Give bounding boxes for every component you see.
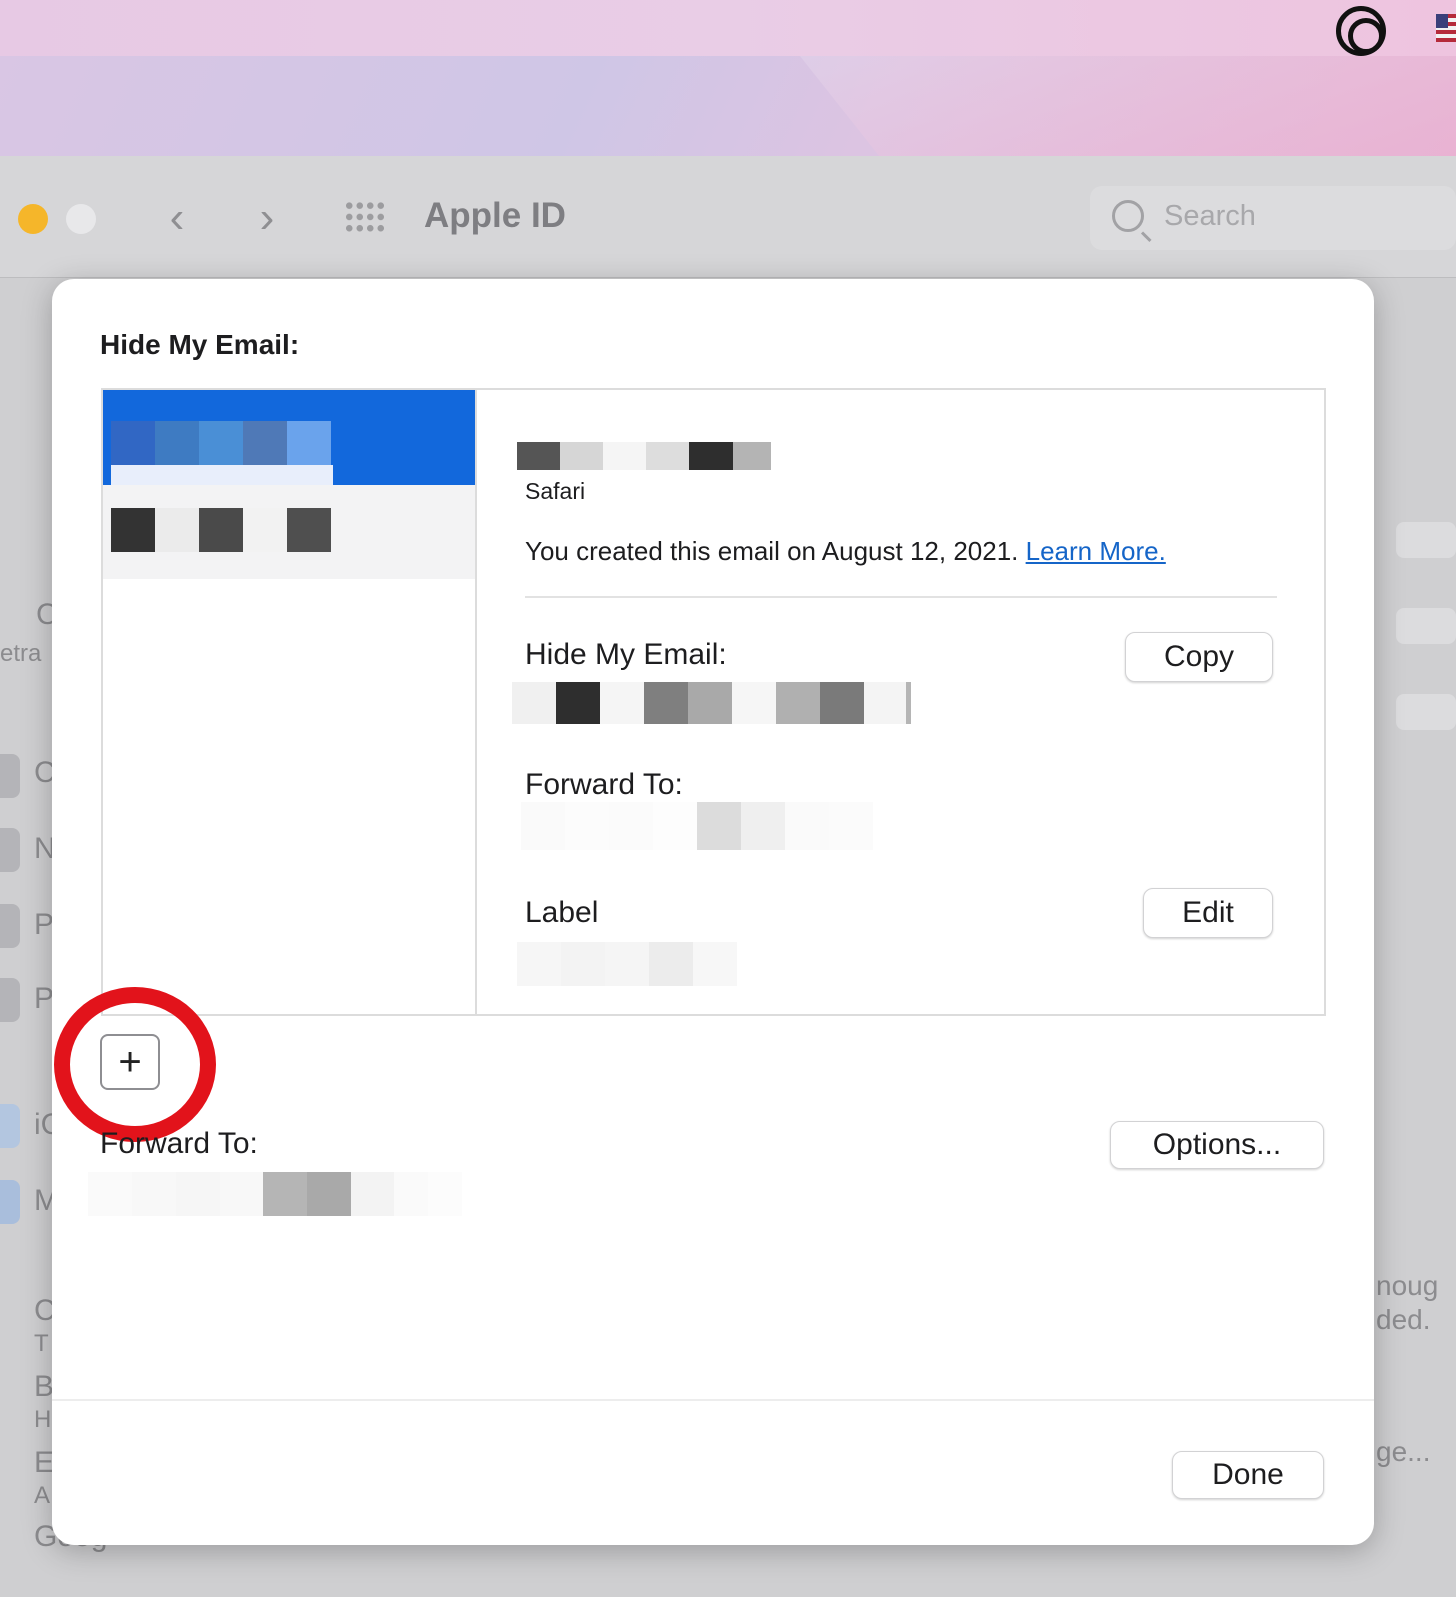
- bg-fragment: ded.: [1376, 1304, 1431, 1335]
- bg-sidebar-icon: [0, 828, 20, 872]
- zoom-button[interactable]: [66, 204, 96, 234]
- search-field[interactable]: Search: [1090, 186, 1456, 250]
- forward-to-label: Forward To:: [100, 1127, 258, 1160]
- bg-fragment: H: [34, 1406, 52, 1433]
- grid-icon[interactable]: [344, 200, 386, 234]
- label-label: Label: [525, 896, 599, 929]
- minimize-button[interactable]: [18, 204, 48, 234]
- redacted-label-value: [517, 942, 737, 986]
- chevron-left-icon[interactable]: ‹: [162, 196, 192, 240]
- chevron-right-icon[interactable]: ›: [252, 196, 282, 240]
- done-button[interactable]: Done: [1172, 1451, 1324, 1499]
- bg-sidebar-icon: [0, 904, 20, 948]
- app-name: Safari: [525, 478, 586, 504]
- created-text: You created this email on August 12, 202…: [525, 536, 1019, 566]
- edit-button[interactable]: Edit: [1143, 888, 1273, 938]
- forward-to-label: Forward To:: [525, 768, 683, 801]
- bg-sidebar-icon: [0, 978, 20, 1022]
- bg-fragment: noug: [1376, 1270, 1439, 1301]
- bg-fragment: T: [34, 1330, 49, 1357]
- bg-button: [1396, 608, 1456, 644]
- bg-fragment: E: [34, 1446, 55, 1479]
- address-detail: Safari You created this email on August …: [475, 388, 1326, 1016]
- bg-fragment: A: [34, 1482, 51, 1509]
- bg-fragment: P: [34, 908, 55, 941]
- divider: [525, 596, 1277, 598]
- options-button[interactable]: Options...: [1110, 1121, 1324, 1169]
- hide-my-email-label: Hide My Email:: [525, 638, 727, 671]
- address-list: [101, 388, 477, 1016]
- list-item[interactable]: [103, 485, 477, 579]
- redacted-email: [512, 682, 912, 724]
- menu-bar: [0, 0, 1456, 56]
- bg-button: [1396, 694, 1456, 730]
- learn-more-link[interactable]: Learn More.: [1026, 536, 1166, 566]
- text-cursor: [906, 682, 911, 724]
- search-placeholder: Search: [1164, 200, 1256, 232]
- bg-sidebar-icon: [0, 1180, 20, 1224]
- bg-sidebar-icon: [0, 1104, 20, 1148]
- redacted-address: [111, 421, 331, 465]
- redacted-forward-address: [88, 1172, 462, 1216]
- bg-sidebar-icon: [0, 754, 20, 798]
- bg-fragment: ge...: [1376, 1436, 1431, 1467]
- wallpaper-swoosh: [800, 56, 1456, 156]
- search-icon: [1112, 200, 1144, 232]
- sheet-heading: Hide My Email:: [100, 329, 300, 360]
- list-item-selected[interactable]: [103, 390, 477, 509]
- circle-target-icon[interactable]: [1336, 6, 1386, 56]
- created-line: You created this email on August 12, 202…: [525, 536, 1166, 567]
- us-flag-icon[interactable]: [1436, 14, 1456, 42]
- copy-button[interactable]: Copy: [1125, 632, 1273, 682]
- desktop-wallpaper: [0, 56, 1456, 156]
- bg-fragment: P: [34, 982, 55, 1015]
- bg-button: [1396, 522, 1456, 558]
- redacted-title: [517, 442, 771, 470]
- redacted-forward-address: [521, 802, 883, 850]
- bg-fragment: B: [34, 1370, 55, 1403]
- window-titlebar: ‹ › Apple ID Search: [0, 156, 1456, 278]
- hide-my-email-sheet: Hide My Email: Safari You created this e…: [52, 279, 1374, 1545]
- redacted-address: [111, 508, 331, 552]
- highlight-circle: [54, 987, 216, 1142]
- footer-divider: [52, 1399, 1374, 1401]
- window-title: Apple ID: [424, 196, 566, 235]
- bg-fragment: etra: [0, 640, 42, 667]
